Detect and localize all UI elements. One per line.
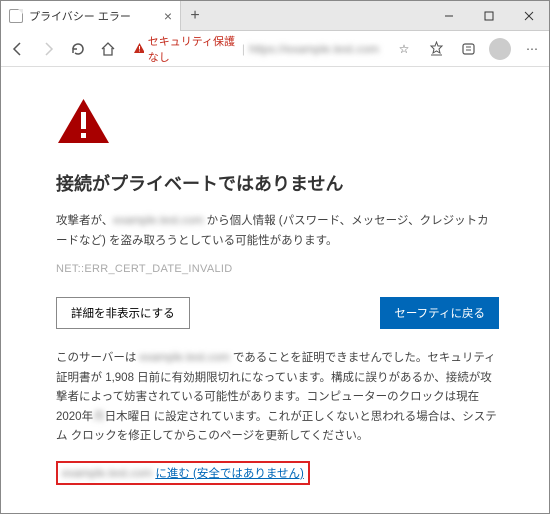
warning-paragraph: 攻撃者が、example.test.com から個人情報 (パスワード、メッセー… <box>56 212 499 251</box>
address-divider: | <box>242 42 245 56</box>
refresh-button[interactable] <box>67 38 89 60</box>
page-icon <box>9 9 23 23</box>
maximize-button[interactable] <box>469 1 509 31</box>
security-badge: セキュリティ保護なし <box>133 33 238 65</box>
tab-title: プライバシー エラー <box>29 8 158 24</box>
warning-icon <box>56 97 499 148</box>
warning-triangle-icon <box>133 42 144 55</box>
hostname-blur: example.test.com <box>113 215 203 227</box>
titlebar: プライバシー エラー × + <box>1 1 549 31</box>
new-tab-button[interactable]: + <box>181 1 209 31</box>
back-button[interactable] <box>7 38 29 60</box>
proceed-highlight: example.test.com に進む (安全ではありません) <box>56 461 310 485</box>
close-tab-icon[interactable]: × <box>164 8 172 24</box>
close-window-button[interactable] <box>509 1 549 31</box>
browser-tab[interactable]: プライバシー エラー × <box>1 1 181 31</box>
favorite-icon[interactable]: ☆ <box>393 38 415 60</box>
proceed-host-blur: example.test.com <box>62 468 152 480</box>
hostname-blur-2: example.test.com <box>140 352 230 364</box>
collections-icon[interactable] <box>457 38 479 60</box>
menu-button[interactable]: ⋯ <box>521 38 543 60</box>
details-paragraph: このサーバーは example.test.com であることを証明できませんでし… <box>56 349 499 447</box>
favorites-bar-icon[interactable] <box>425 38 447 60</box>
page-content: 接続がプライベートではありません 攻撃者が、example.test.com か… <box>1 67 549 505</box>
toolbar-right: ☆ ⋯ <box>393 38 543 60</box>
proceed-link[interactable]: example.test.com に進む (安全ではありません) <box>62 468 304 480</box>
forward-button[interactable] <box>37 38 59 60</box>
home-button[interactable] <box>97 38 119 60</box>
back-to-safety-button[interactable]: セーフティに戻る <box>380 297 499 329</box>
window-controls <box>429 1 549 31</box>
profile-avatar[interactable] <box>489 38 511 60</box>
error-code: NET::ERR_CERT_DATE_INVALID <box>56 263 499 275</box>
page-heading: 接続がプライベートではありません <box>56 170 499 196</box>
toolbar: セキュリティ保護なし | https://example.test.com ☆ … <box>1 31 549 67</box>
button-row: 詳細を非表示にする セーフティに戻る <box>56 297 499 329</box>
hide-details-button[interactable]: 詳細を非表示にする <box>56 297 190 329</box>
security-text: セキュリティ保護なし <box>148 33 238 65</box>
url-text: https://example.test.com <box>249 42 379 56</box>
minimize-button[interactable] <box>429 1 469 31</box>
address-bar[interactable]: セキュリティ保護なし | https://example.test.com <box>127 36 385 62</box>
